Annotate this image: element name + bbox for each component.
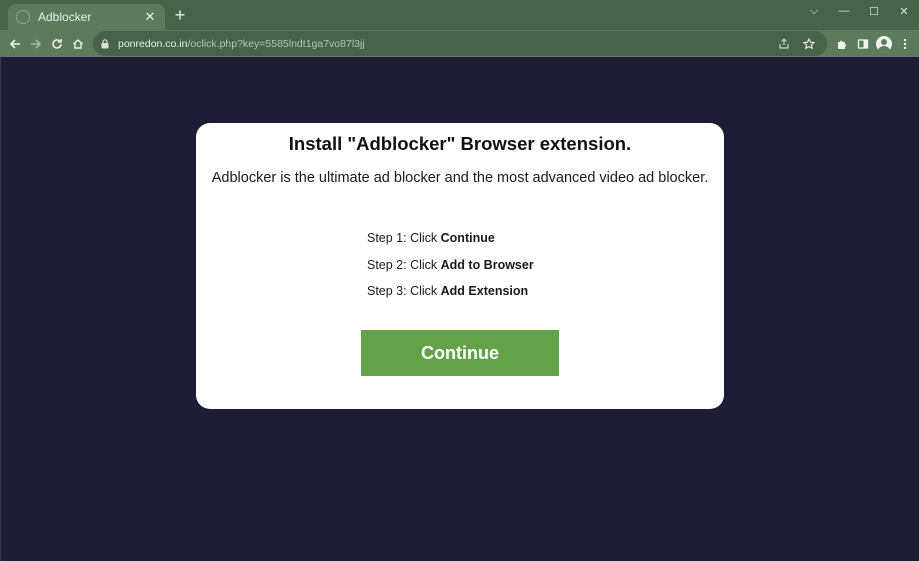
profile-icon[interactable] xyxy=(873,33,894,54)
step-action: Continue xyxy=(440,231,495,245)
avatar xyxy=(875,35,892,52)
side-panel-icon[interactable] xyxy=(852,33,873,54)
url-text: ponredon.co.in/oclick.php?key=5585lndt1g… xyxy=(118,38,773,50)
page-subtitle: Adblocker is the ultimate ad blocker and… xyxy=(211,170,709,186)
window-controls: ⌵ — ☐ ✕ xyxy=(799,0,919,22)
tab-search-icon[interactable]: ⌵ xyxy=(799,0,829,22)
reload-icon[interactable] xyxy=(46,33,67,54)
step-action: Add to Browser xyxy=(440,257,534,272)
step-prefix: Step 3: Click xyxy=(367,284,441,298)
plus-icon[interactable]: + xyxy=(171,6,189,24)
omnibox-actions xyxy=(773,33,819,54)
url-path: /oclick.php?key=5585lndt1ga7vo87l3jj xyxy=(187,37,365,50)
kebab-menu-icon[interactable] xyxy=(894,33,915,54)
maximize-button[interactable]: ☐ xyxy=(859,0,889,22)
browser-window: Adblocker ✕ + ⌵ — ☐ ✕ ponredon.co.in/ocl… xyxy=(0,0,919,561)
page-content: Install "Adblocker" Browser extension. A… xyxy=(0,57,919,561)
minimize-button[interactable]: — xyxy=(829,0,859,22)
address-bar[interactable]: ponredon.co.in/oclick.php?key=5585lndt1g… xyxy=(93,31,827,56)
page-title: Install "Adblocker" Browser extension. xyxy=(288,133,632,154)
globe-icon xyxy=(16,10,30,24)
tab-strip: Adblocker ✕ + ⌵ — ☐ ✕ xyxy=(0,0,919,30)
install-card: Install "Adblocker" Browser extension. A… xyxy=(196,123,724,409)
puzzle-icon[interactable] xyxy=(831,33,852,54)
close-window-button[interactable]: ✕ xyxy=(889,0,919,22)
browser-toolbar: ponredon.co.in/oclick.php?key=5585lndt1g… xyxy=(0,30,919,57)
close-icon[interactable]: ✕ xyxy=(143,9,157,25)
step-action: Add Extension xyxy=(440,284,529,298)
list-item: Step 2: Click Add to Browser xyxy=(367,257,534,284)
star-icon[interactable] xyxy=(798,33,819,54)
continue-button[interactable]: Continue xyxy=(361,330,559,376)
step-prefix: Step 2: Click xyxy=(367,257,441,272)
list-item: Step 3: Click Add Extension xyxy=(367,283,534,310)
share-icon[interactable] xyxy=(773,33,794,54)
forward-arrow-icon[interactable] xyxy=(25,33,46,54)
step-prefix: Step 1: Click xyxy=(367,231,441,245)
tab-title: Adblocker xyxy=(38,10,92,24)
window-border xyxy=(0,57,1,561)
home-icon[interactable] xyxy=(67,33,88,54)
url-host: ponredon.co.in xyxy=(118,37,188,50)
back-arrow-icon[interactable] xyxy=(4,33,25,54)
lock-icon[interactable] xyxy=(101,38,110,49)
list-item: Step 1: Click Continue xyxy=(367,230,534,257)
toolbar-right xyxy=(831,33,915,54)
tab-adblocker[interactable]: Adblocker ✕ xyxy=(8,4,165,30)
nav-buttons xyxy=(4,33,88,54)
steps-list: Step 1: Click Continue Step 2: Click Add… xyxy=(367,230,534,310)
